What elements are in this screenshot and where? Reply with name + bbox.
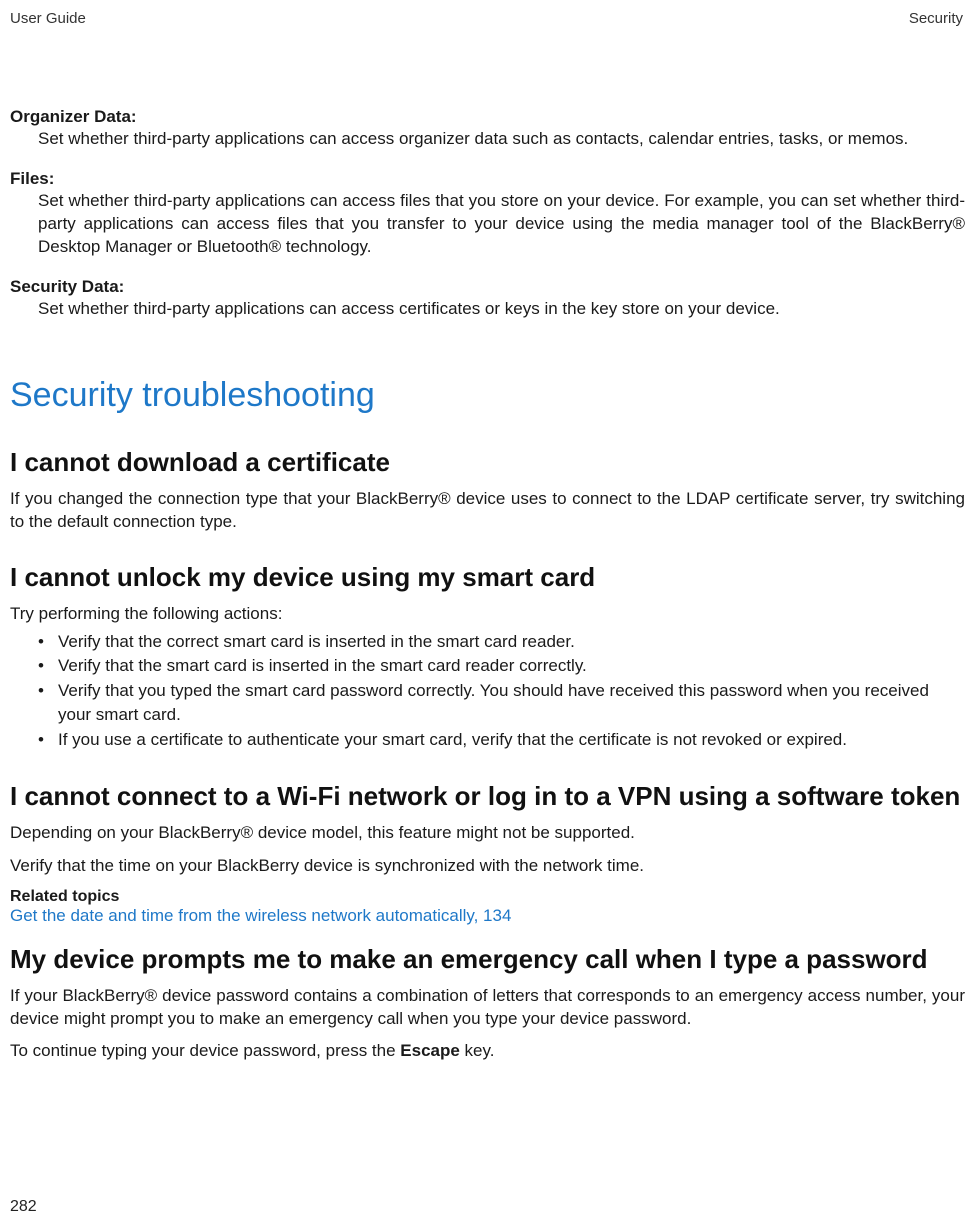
list-item: Verify that you typed the smart card pas… [38,679,965,728]
emergency-p2-suffix: key. [460,1041,495,1060]
escape-key-label: Escape [400,1041,460,1060]
smartcard-heading: I cannot unlock my device using my smart… [10,562,965,593]
wifi-heading: I cannot connect to a Wi-Fi network or l… [10,781,965,812]
emergency-heading: My device prompts me to make an emergenc… [10,944,965,975]
def-files: Files: Set whether third-party applicati… [10,169,965,259]
def-security-body: Set whether third-party applications can… [10,298,965,321]
def-security-title: Security Data: [10,277,965,297]
related-topics-label: Related topics [10,888,965,906]
def-security: Security Data: Set whether third-party a… [10,277,965,321]
emergency-p2-prefix: To continue typing your device password,… [10,1041,400,1060]
wifi-p2: Verify that the time on your BlackBerry … [10,855,965,878]
emergency-p1: If your BlackBerry® device password cont… [10,985,965,1031]
cert-heading: I cannot download a certificate [10,447,965,478]
smartcard-intro: Try performing the following actions: [10,603,965,626]
page-header: User Guide Security [10,10,965,27]
page-content: Organizer Data: Set whether third-party … [10,107,965,1063]
related-topics-link[interactable]: Get the date and time from the wireless … [10,906,965,926]
header-left: User Guide [10,10,86,27]
page-number: 282 [10,1198,37,1216]
def-organizer: Organizer Data: Set whether third-party … [10,107,965,151]
list-item: Verify that the smart card is inserted i… [38,654,965,679]
wifi-p1: Depending on your BlackBerry® device mod… [10,822,965,845]
def-organizer-title: Organizer Data: [10,107,965,127]
list-item: If you use a certificate to authenticate… [38,728,965,753]
list-item: Verify that the correct smart card is in… [38,630,965,655]
def-organizer-body: Set whether third-party applications can… [10,128,965,151]
emergency-p2: To continue typing your device password,… [10,1040,965,1063]
def-files-title: Files: [10,169,965,189]
smartcard-list: Verify that the correct smart card is in… [10,630,965,753]
def-files-body: Set whether third-party applications can… [10,190,965,259]
section-heading: Security troubleshooting [10,376,965,415]
header-right: Security [909,10,963,27]
cert-body: If you changed the connection type that … [10,488,965,534]
